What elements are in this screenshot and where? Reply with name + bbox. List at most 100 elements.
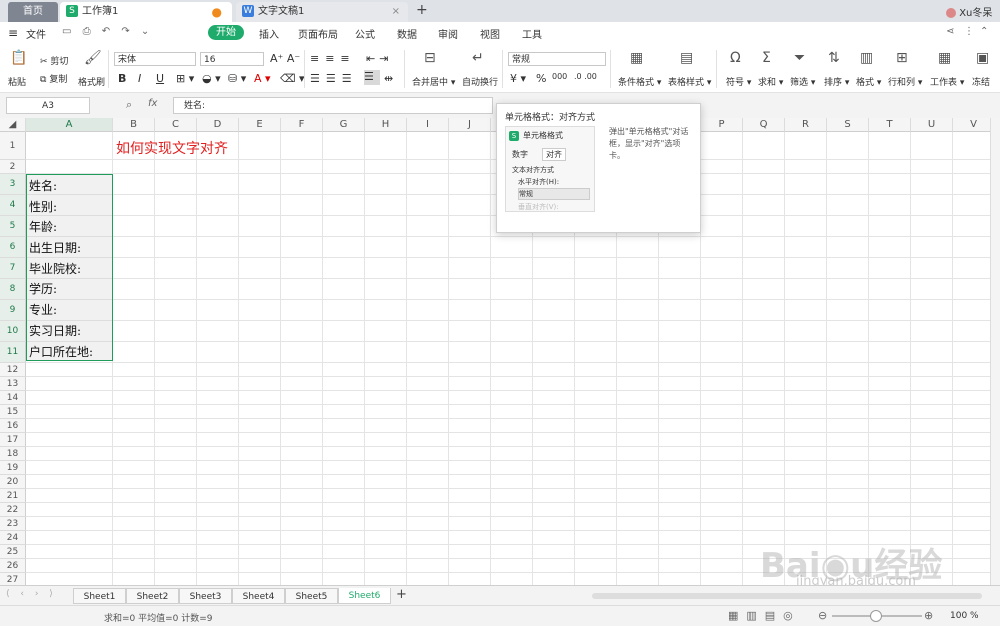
zoom-out-icon[interactable]: ⊖ (818, 609, 827, 622)
column-header-F[interactable]: F (281, 118, 323, 132)
table-style-button[interactable]: 表格样式 ▾ (668, 75, 711, 88)
auto-wrap-button[interactable]: 自动换行 (462, 75, 498, 88)
font-grow-button[interactable]: A⁺ A⁻ (270, 52, 300, 65)
row-header-13[interactable]: 13 (0, 377, 26, 391)
vertical-align-buttons[interactable]: ≡≡≡ (310, 52, 356, 65)
paste-icon[interactable]: 📋 (10, 50, 27, 66)
column-header-U[interactable]: U (911, 118, 953, 132)
view-mode-icons[interactable]: ▦▥▤◎ (728, 609, 801, 622)
italic-button[interactable]: I (138, 72, 141, 85)
column-header-C[interactable]: C (155, 118, 197, 132)
column-header-V[interactable]: V (953, 118, 990, 132)
font-size-select[interactable]: 16 (200, 52, 264, 66)
freeze-icon[interactable]: ▣ (976, 50, 989, 66)
more-icon[interactable]: ⋮ (964, 26, 974, 37)
column-header-E[interactable]: E (239, 118, 281, 132)
user-account[interactable]: Xu冬呆 (946, 4, 992, 19)
sheet-tab-sheet2[interactable]: Sheet2 (126, 588, 179, 604)
row-header-16[interactable]: 16 (0, 419, 26, 433)
row-header-22[interactable]: 22 (0, 503, 26, 517)
row-header-14[interactable]: 14 (0, 391, 26, 405)
quick-access-toolbar[interactable]: ▭ ⎙ ↶ ↷ ⌄ (62, 26, 153, 37)
sheet-tab-sheet1[interactable]: Sheet1 (73, 588, 126, 604)
format-painter-button[interactable]: 格式刷 (78, 75, 105, 88)
column-header-D[interactable]: D (197, 118, 239, 132)
currency-icon[interactable]: ¥ ▾ (510, 72, 526, 85)
menu-icon[interactable]: ≡ (8, 26, 18, 40)
row-header-9[interactable]: 9 (0, 300, 26, 321)
row-header-12[interactable]: 12 (0, 363, 26, 377)
row-header-10[interactable]: 10 (0, 321, 26, 342)
cut-button[interactable]: ✂ 剪切 (40, 54, 68, 67)
sheet-tab-sheet3[interactable]: Sheet3 (179, 588, 232, 604)
column-header-S[interactable]: S (827, 118, 869, 132)
column-header-A[interactable]: A (26, 118, 113, 132)
formula-input[interactable]: 姓名: (173, 97, 493, 114)
horizontal-align-buttons[interactable]: ☰☰☰ (310, 72, 358, 85)
zoom-level[interactable]: 100 % (950, 611, 979, 621)
filter-button[interactable]: 筛选 ▾ (790, 75, 815, 88)
row-header-11[interactable]: 11 (0, 342, 26, 363)
wrap-text-icon[interactable]: ↵ (472, 50, 484, 66)
copy-button[interactable]: ⧉ 复制 (40, 72, 67, 85)
bold-button[interactable]: B (118, 72, 126, 85)
menu-formula[interactable]: 公式 (355, 26, 375, 41)
cell-label-internship[interactable]: 实习日期: (29, 322, 81, 339)
menu-tools[interactable]: 工具 (522, 26, 542, 41)
decimal-icon[interactable]: .0 .00 (574, 72, 597, 81)
sum-button[interactable]: 求和 ▾ (758, 75, 783, 88)
sort-button[interactable]: 排序 ▾ (824, 75, 849, 88)
number-format-select[interactable]: 常规 (508, 52, 606, 66)
row-header-24[interactable]: 24 (0, 531, 26, 545)
worksheet-button[interactable]: 工作表 ▾ (930, 75, 964, 88)
cell-label-name[interactable]: 姓名: (29, 177, 57, 194)
cell-label-school[interactable]: 毕业院校: (29, 260, 81, 277)
row-col-button[interactable]: 行和列 ▾ (888, 75, 922, 88)
indent-buttons[interactable]: ⇤⇥ (366, 52, 392, 65)
zoom-in-icon[interactable]: ⊕ (924, 609, 933, 622)
fill-color-icon[interactable]: ◒ ▾ (202, 72, 221, 85)
distribute-button[interactable]: ⇹ (384, 72, 393, 85)
column-header-R[interactable]: R (785, 118, 827, 132)
column-header-Q[interactable]: Q (743, 118, 785, 132)
tab-document[interactable]: W 文字文稿1 × (236, 2, 408, 22)
row-header-18[interactable]: 18 (0, 447, 26, 461)
spreadsheet-grid[interactable]: ◢ ABCDEFGHIJKLMNOPQRSTUV 123456789101112… (0, 118, 990, 585)
column-header-G[interactable]: G (323, 118, 365, 132)
format-icon[interactable]: ▥ (860, 50, 873, 66)
cell-label-age[interactable]: 年龄: (29, 218, 57, 235)
row-header-1[interactable]: 1 (0, 132, 26, 160)
row-header-5[interactable]: 5 (0, 216, 26, 237)
row-header-7[interactable]: 7 (0, 258, 26, 279)
zoom-slider-thumb[interactable] (870, 610, 882, 622)
border-icon[interactable]: ⊞ ▾ (176, 72, 194, 85)
percent-button[interactable]: % (536, 72, 546, 85)
zoom-search-icon[interactable]: ⌕ (126, 98, 132, 112)
tab-workbook[interactable]: S 工作簿1 ● (60, 2, 232, 22)
eraser-icon[interactable]: ⌫ ▾ (280, 72, 305, 85)
font-name-select[interactable]: 宋体 (114, 52, 196, 66)
fx-icon[interactable]: fx (148, 98, 157, 109)
row-header-21[interactable]: 21 (0, 489, 26, 503)
row-header-25[interactable]: 25 (0, 545, 26, 559)
menu-start[interactable]: 开始 (208, 25, 244, 40)
menu-page-layout[interactable]: 页面布局 (298, 26, 338, 41)
font-color-icon[interactable]: A ▾ (254, 72, 271, 85)
sheet-nav-arrows[interactable]: ⟨ ‹ › ⟩ (6, 589, 57, 599)
merge-center-button[interactable]: 合并居中 ▾ (412, 75, 455, 88)
row-header-6[interactable]: 6 (0, 237, 26, 258)
title-cell[interactable]: 如何实现文字对齐 (116, 138, 228, 158)
cell-label-gender[interactable]: 性别: (29, 198, 57, 215)
menu-data[interactable]: 数据 (397, 26, 417, 41)
new-tab-icon[interactable]: + (416, 2, 428, 18)
share-icon[interactable]: ⋖ (946, 26, 954, 37)
row-header-23[interactable]: 23 (0, 517, 26, 531)
cell-label-birthdate[interactable]: 出生日期: (29, 239, 81, 256)
conditional-format-button[interactable]: 条件格式 ▾ (618, 75, 661, 88)
row-header-2[interactable]: 2 (0, 160, 26, 174)
table-style-icon[interactable]: ▤ (680, 50, 693, 66)
row-header-8[interactable]: 8 (0, 279, 26, 300)
conditional-format-icon[interactable]: ▦ (630, 50, 643, 66)
column-header-B[interactable]: B (113, 118, 155, 132)
row-header-19[interactable]: 19 (0, 461, 26, 475)
